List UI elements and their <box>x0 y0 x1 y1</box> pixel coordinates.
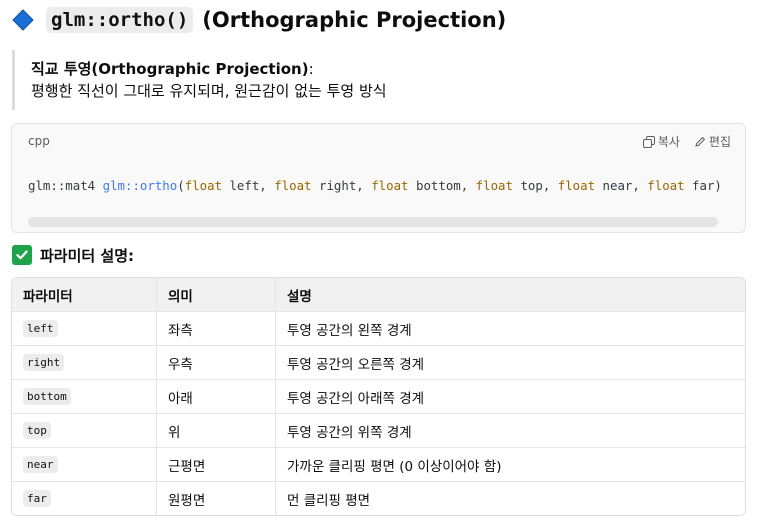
code-token: float <box>274 178 312 193</box>
code-token: bottom, <box>408 178 476 193</box>
code-token: left, <box>222 178 275 193</box>
header-meaning: 의미 <box>157 278 276 311</box>
horizontal-scrollbar[interactable] <box>28 217 718 227</box>
code-token: glm::ortho <box>102 178 178 193</box>
table-row: top 위 투영 공간의 위쪽 경계 <box>12 413 745 447</box>
param-code: top <box>23 422 51 439</box>
section-heading: glm::ortho() (Orthographic Projection) <box>12 4 506 36</box>
code-actions: 복사 편집 <box>642 133 731 150</box>
code-token: float <box>475 178 513 193</box>
definition-text: 평행한 직선이 그대로 유지되며, 원근감이 없는 투영 방식 <box>31 82 387 100</box>
param-meaning: 좌측 <box>157 312 276 345</box>
params-heading: 파라미터 설명: <box>12 244 134 266</box>
param-code: near <box>23 456 58 473</box>
table-header-row: 파라미터 의미 설명 <box>12 278 745 311</box>
code-token: float <box>371 178 409 193</box>
definition-colon: : <box>308 60 314 78</box>
edit-button[interactable]: 편집 <box>694 133 731 150</box>
definition-quote: 직교 투영(Orthographic Projection): 평행한 직선이 … <box>12 50 752 110</box>
header-description: 설명 <box>287 288 312 305</box>
copy-label: 복사 <box>657 135 680 149</box>
code-token: top, <box>512 178 558 193</box>
param-meaning: 아래 <box>157 380 276 413</box>
edit-label: 편집 <box>708 135 731 149</box>
code-block: cpp 복사 편집 glm::mat4 glm::ortho(float lef… <box>11 123 746 233</box>
copy-icon <box>642 135 655 148</box>
param-description: 투영 공간의 아래쪽 경계 <box>287 390 425 407</box>
table-row: bottom 아래 투영 공간의 아래쪽 경계 <box>12 379 745 413</box>
param-code: left <box>23 320 58 337</box>
table-row: near 근평면 가까운 클리핑 평면 (0 이상이어야 함) <box>12 447 745 481</box>
params-heading-text: 파라미터 설명: <box>40 246 135 265</box>
param-meaning: 원평면 <box>157 482 276 515</box>
code-token: ( <box>177 178 185 193</box>
pencil-icon <box>694 136 706 148</box>
param-description: 투영 공간의 위쪽 경계 <box>287 424 412 441</box>
param-description: 먼 클리핑 평면 <box>287 492 371 509</box>
definition-term: 직교 투영(Orthographic Projection) <box>31 60 309 78</box>
code-token: float <box>184 178 222 193</box>
code-token: float <box>647 178 685 193</box>
param-meaning: 근평면 <box>157 448 276 481</box>
param-code: right <box>23 354 65 371</box>
param-meaning: 우측 <box>157 346 276 379</box>
code-token: near, <box>595 178 648 193</box>
copy-button[interactable]: 복사 <box>642 133 680 150</box>
check-mark-icon <box>12 245 32 265</box>
code-token: right, <box>311 178 372 193</box>
param-code: bottom <box>23 388 71 405</box>
param-code: far <box>23 490 51 507</box>
param-description: 투영 공간의 오른쪽 경계 <box>287 356 425 373</box>
table-row: far 원평면 먼 클리핑 평면 <box>12 481 745 515</box>
table-row: right 우측 투영 공간의 오른쪽 경계 <box>12 345 745 379</box>
code-token: glm::mat4 <box>28 178 103 193</box>
code-token: float <box>557 178 596 193</box>
heading-code: glm::ortho() <box>46 7 194 33</box>
header-param: 파라미터 <box>12 278 157 311</box>
param-description: 가까운 클리핑 평면 (0 이상이어야 함) <box>287 458 502 475</box>
heading-title: (Orthographic Projection) <box>202 8 507 32</box>
code-token: far) <box>684 178 722 193</box>
table-row: left 좌측 투영 공간의 왼쪽 경계 <box>12 311 745 345</box>
params-table: 파라미터 의미 설명 left 좌측 투영 공간의 왼쪽 경계 right 우측… <box>11 277 746 516</box>
param-description: 투영 공간의 왼쪽 경계 <box>287 322 412 339</box>
code-language-label: cpp <box>28 134 50 148</box>
code-line: glm::mat4 glm::ortho(float left, float r… <box>28 178 722 193</box>
param-meaning: 위 <box>157 414 276 447</box>
definition-title-line: 직교 투영(Orthographic Projection): <box>31 58 752 80</box>
blue-diamond-icon <box>12 9 34 31</box>
